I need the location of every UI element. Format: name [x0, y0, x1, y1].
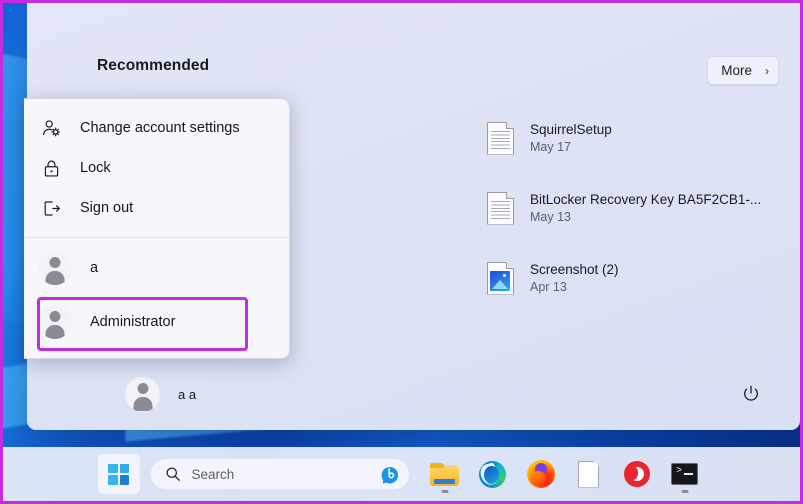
taskbar-app-opera[interactable]: [616, 454, 658, 494]
recommended-list-right: SquirrelSetup May 17 BitLocker Recovery …: [479, 103, 799, 313]
account-context-menu: Change account settings Lock Sign out a …: [24, 98, 290, 359]
search-input[interactable]: Search: [149, 458, 410, 490]
menu-item-label: Change account settings: [80, 120, 240, 136]
firefox-icon: [526, 460, 555, 488]
list-item-subtitle: May 13: [530, 210, 571, 224]
menu-item-account-administrator[interactable]: Administrator: [24, 298, 289, 346]
user-avatar-icon: [38, 305, 72, 339]
menu-item-label: Lock: [80, 160, 111, 176]
start-menu-panel: Recommended More › lish_x64v1.iso: [24, 3, 800, 430]
terminal-icon: [671, 463, 698, 485]
power-icon: [744, 385, 758, 401]
start-menu-account-row: a a: [73, 358, 800, 430]
power-button[interactable]: [734, 377, 768, 411]
menu-item-account-a[interactable]: a: [24, 244, 289, 292]
search-icon: [165, 467, 180, 481]
more-button[interactable]: More ›: [707, 56, 779, 85]
menu-item-sign-out[interactable]: Sign out: [24, 188, 289, 228]
menu-item-label: a: [90, 260, 99, 276]
windows-logo-icon: [108, 463, 129, 485]
menu-divider: [24, 237, 289, 238]
taskbar-app-firefox[interactable]: [520, 454, 562, 494]
taskbar: Search: [3, 447, 800, 501]
opera-icon: [623, 461, 650, 487]
edge-icon: [479, 460, 506, 488]
list-item-title: Screenshot (2): [530, 262, 619, 277]
menu-item-label: Administrator: [90, 314, 176, 330]
menu-item-label: Sign out: [80, 200, 134, 216]
bing-copilot-icon[interactable]: [380, 463, 402, 485]
more-button-label: More: [721, 63, 752, 78]
lock-icon: [40, 157, 62, 179]
recommended-heading: Recommended: [97, 57, 210, 74]
taskbar-app-file-explorer[interactable]: [424, 454, 466, 494]
chevron-right-icon: ›: [765, 63, 769, 78]
folder-icon: [430, 462, 459, 486]
taskbar-app-edge[interactable]: [472, 454, 514, 494]
menu-item-change-account-settings[interactable]: Change account settings: [24, 108, 289, 148]
document-icon: [487, 191, 514, 225]
list-item-title: SquirrelSetup: [530, 122, 612, 137]
start-button[interactable]: [97, 454, 140, 494]
menu-item-lock[interactable]: Lock: [24, 148, 289, 188]
document-icon: [487, 121, 514, 155]
current-user-name: a a: [178, 386, 197, 402]
list-item[interactable]: SquirrelSetup May 17: [479, 103, 799, 173]
document-icon: [578, 460, 599, 488]
list-item[interactable]: Screenshot (2) Apr 13: [479, 243, 799, 313]
search-placeholder: Search: [191, 466, 235, 482]
user-avatar-icon: [38, 251, 72, 285]
current-user-button[interactable]: a a: [117, 371, 210, 418]
list-item[interactable]: BitLocker Recovery Key BA5F2CB1-... May …: [479, 173, 799, 243]
list-item-title: BitLocker Recovery Key BA5F2CB1-...: [530, 192, 762, 207]
taskbar-app-notepad[interactable]: [568, 454, 610, 494]
list-item-subtitle: Apr 13: [530, 280, 567, 294]
sign-out-icon: [40, 197, 62, 219]
screenshot-frame: Recommended More › lish_x64v1.iso: [0, 0, 803, 504]
taskbar-app-terminal[interactable]: [664, 454, 706, 494]
list-item-subtitle: May 17: [530, 140, 571, 154]
running-indicator: [441, 490, 448, 493]
running-indicator: [681, 490, 688, 493]
account-settings-icon: [40, 117, 62, 139]
image-file-icon: [487, 261, 514, 295]
user-avatar-icon: [125, 376, 160, 412]
